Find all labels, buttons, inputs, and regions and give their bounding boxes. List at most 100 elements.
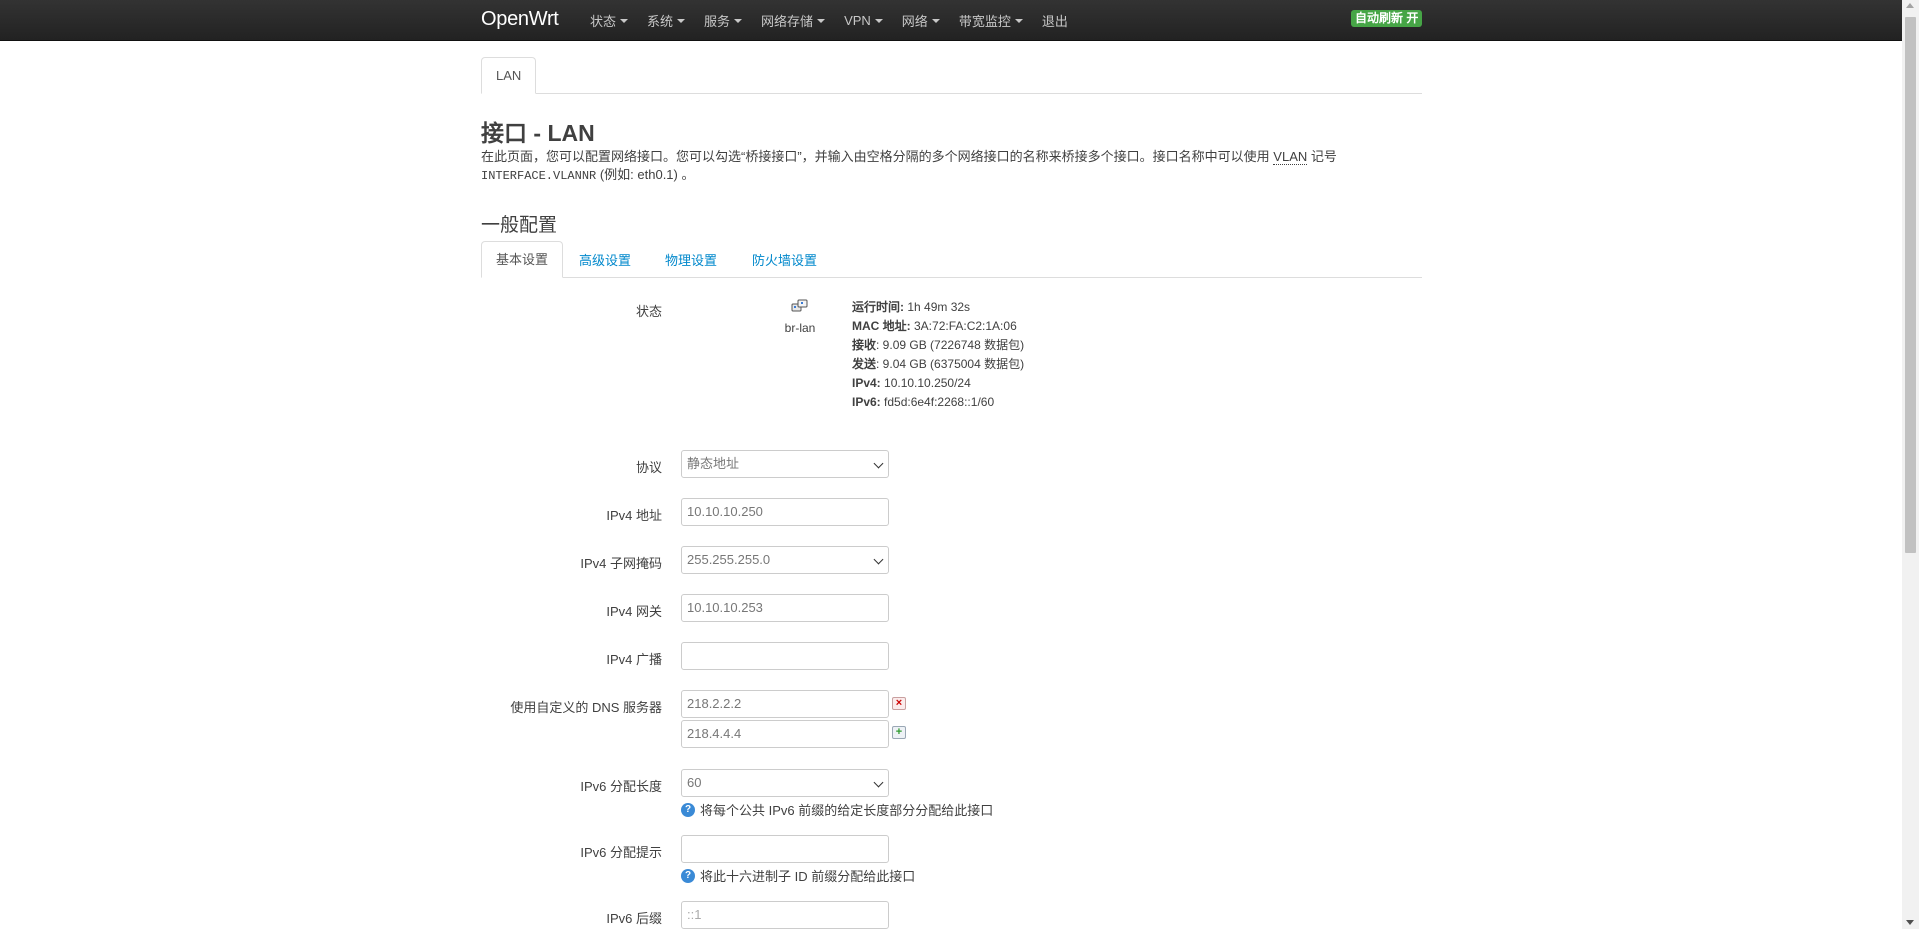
- dns-input-2[interactable]: 218.4.4.4: [681, 720, 889, 748]
- menu-label: 退出: [1041, 13, 1068, 29]
- ipv4-address-input[interactable]: 10.10.10.250: [681, 498, 889, 526]
- menu-nas[interactable]: 网络存储: [761, 11, 826, 30]
- ipv4-netmask-select[interactable]: 255.255.255.0: [681, 546, 889, 574]
- caret-down-icon: [817, 19, 826, 23]
- tab-basic-settings[interactable]: 基本设置: [481, 241, 564, 278]
- help-text: 将此十六进制子 ID 前缀分配给此接口: [700, 869, 916, 884]
- caret-down-icon: [874, 19, 883, 23]
- desc-code: INTERFACE.VLANNR: [481, 169, 597, 183]
- ipv6-assign-hint-label: IPv6 分配提示: [580, 845, 662, 860]
- config-subtabs: 基本设置 高级设置 物理设置 防火墙设置: [481, 241, 1422, 278]
- chevron-down-icon: [873, 777, 884, 788]
- status-label: 状态: [635, 304, 662, 319]
- ipv6-assign-hint-input[interactable]: [681, 835, 889, 863]
- uptime-value: 1h 49m 32s: [904, 300, 971, 314]
- dns-input-1[interactable]: 218.2.2.2: [681, 690, 889, 718]
- interface-name: br-lan: [784, 321, 816, 335]
- main-menu: 状态 系统 服务 网络存储 VPN 网络 带宽监控 退出: [590, 0, 1087, 40]
- menu-label: VPN: [844, 12, 871, 28]
- ipv6-suffix-placeholder: ::1: [687, 907, 702, 922]
- uptime-label: 运行时间:: [852, 300, 904, 314]
- menu-label: 状态: [590, 13, 617, 29]
- ipv4-netmask-value: 255.255.255.0: [687, 552, 771, 567]
- protocol-label: 协议: [635, 460, 662, 475]
- menu-label: 带宽监控: [958, 13, 1011, 29]
- ipv4-broadcast-label: IPv4 广播: [606, 652, 662, 667]
- ipv6-label: IPv6:: [852, 395, 881, 409]
- mac-label: MAC 地址:: [852, 319, 911, 333]
- chevron-down-icon: [873, 458, 884, 469]
- protocol-value: 静态地址: [687, 456, 740, 471]
- brand-logo[interactable]: OpenWrt: [481, 8, 559, 31]
- ipv6-assign-hint-help: ? 将此十六进制子 ID 前缀分配给此接口: [681, 866, 915, 885]
- dns-label: 使用自定义的 DNS 服务器: [510, 700, 662, 715]
- ipv4-netmask-label: IPv4 子网掩码: [580, 556, 662, 571]
- remove-dns-icon[interactable]: ×: [892, 697, 906, 710]
- interface-tabs: LAN: [481, 40, 1422, 94]
- help-icon: ?: [681, 868, 695, 883]
- menu-bandwidth[interactable]: 带宽监控: [959, 11, 1023, 30]
- help-text: 将每个公共 IPv6 前缀的给定长度部分分配给此接口: [700, 803, 994, 818]
- rx-value: : 9.09 GB (7226748 数据包): [876, 338, 1025, 352]
- ipv4-label: IPv4:: [852, 376, 881, 390]
- tab-firewall-settings[interactable]: 防火墙设置: [738, 243, 831, 278]
- ipv6-suffix-label: IPv6 后缀: [606, 911, 662, 926]
- page-title: 接口 - LAN: [481, 120, 595, 146]
- main-content: LAN 接口 - LAN 在此页面，您可以配置网络接口。您可以勾选“桥接接口”，…: [481, 40, 1422, 929]
- tab-lan[interactable]: LAN: [481, 57, 537, 94]
- desc-text: 在此页面，您可以配置网络接口。您可以勾选“桥接接口”，并输入由空格分隔的多个网络…: [481, 149, 1270, 164]
- desc-text-2: 记号: [1310, 149, 1337, 164]
- ipv6-assign-length-label: IPv6 分配长度: [580, 779, 662, 794]
- scroll-up-icon[interactable]: [1906, 3, 1914, 8]
- ipv6-assign-length-help: ? 将每个公共 IPv6 前缀的给定长度部分分配给此接口: [681, 800, 993, 819]
- tab-physical-settings[interactable]: 物理设置: [651, 243, 731, 278]
- ipv6-value: fd5d:6e4f:2268::1/60: [880, 395, 995, 409]
- menu-vpn[interactable]: VPN: [844, 13, 883, 28]
- menu-network[interactable]: 网络: [902, 11, 940, 30]
- add-dns-icon[interactable]: +: [892, 726, 906, 739]
- scroll-thumb[interactable]: [1905, 17, 1916, 553]
- ipv4-value: 10.10.10.250/24: [880, 376, 971, 390]
- ipv4-gateway-value: 10.10.10.253: [687, 600, 763, 615]
- auto-refresh-toggle[interactable]: 自动刷新 开: [1351, 10, 1423, 27]
- vlan-abbr: VLAN: [1273, 149, 1308, 165]
- menu-services[interactable]: 服务: [704, 11, 743, 30]
- ipv4-broadcast-input[interactable]: [681, 642, 889, 670]
- ipv4-address-value: 10.10.10.250: [687, 504, 763, 519]
- tx-label: 发送: [852, 357, 877, 371]
- tx-value: : 9.04 GB (6375004 数据包): [876, 357, 1025, 371]
- ipv6-assign-length-value: 60: [687, 775, 702, 790]
- chevron-down-icon: [873, 554, 884, 565]
- menu-label: 系统: [647, 13, 674, 29]
- menu-label: 网络存储: [761, 13, 814, 29]
- menu-status[interactable]: 状态: [590, 11, 629, 30]
- help-icon: ?: [681, 802, 695, 817]
- tab-advanced-settings[interactable]: 高级设置: [565, 243, 645, 278]
- caret-down-icon: [677, 19, 686, 23]
- caret-down-icon: [1014, 19, 1023, 23]
- caret-down-icon: [931, 19, 940, 23]
- ipv6-suffix-input[interactable]: ::1: [681, 901, 889, 929]
- protocol-select[interactable]: 静态地址: [681, 450, 889, 478]
- status-details: 运行时间: 1h 49m 32s MAC 地址: 3A:72:FA:C2:1A:…: [852, 298, 1024, 412]
- interface-indicator: br-lan: [780, 298, 820, 335]
- caret-down-icon: [620, 19, 629, 23]
- section-title: 一般配置: [481, 215, 558, 236]
- mac-value: 3A:72:FA:C2:1A:06: [910, 319, 1017, 333]
- dns-value-1: 218.2.2.2: [687, 696, 742, 711]
- menu-label: 服务: [704, 13, 731, 29]
- menu-system[interactable]: 系统: [647, 11, 686, 30]
- vertical-scrollbar[interactable]: [1902, 0, 1919, 929]
- ethernet-bridge-icon: [791, 299, 808, 312]
- ipv4-gateway-label: IPv4 网关: [606, 604, 662, 619]
- desc-example: (例如: eth0.1) 。: [599, 167, 695, 182]
- caret-down-icon: [734, 19, 743, 23]
- ipv6-assign-length-select[interactable]: 60: [681, 769, 889, 797]
- menu-logout[interactable]: 退出: [1042, 11, 1068, 30]
- rx-label: 接收: [852, 338, 877, 352]
- ipv4-gateway-input[interactable]: 10.10.10.253: [681, 594, 889, 622]
- ipv4-address-label: IPv4 地址: [606, 508, 662, 523]
- top-navbar: OpenWrt 状态 系统 服务 网络存储 VPN 网络 带宽监控 退出 自动刷…: [0, 0, 1902, 41]
- scroll-down-icon[interactable]: [1906, 920, 1914, 925]
- menu-label: 网络: [901, 13, 928, 29]
